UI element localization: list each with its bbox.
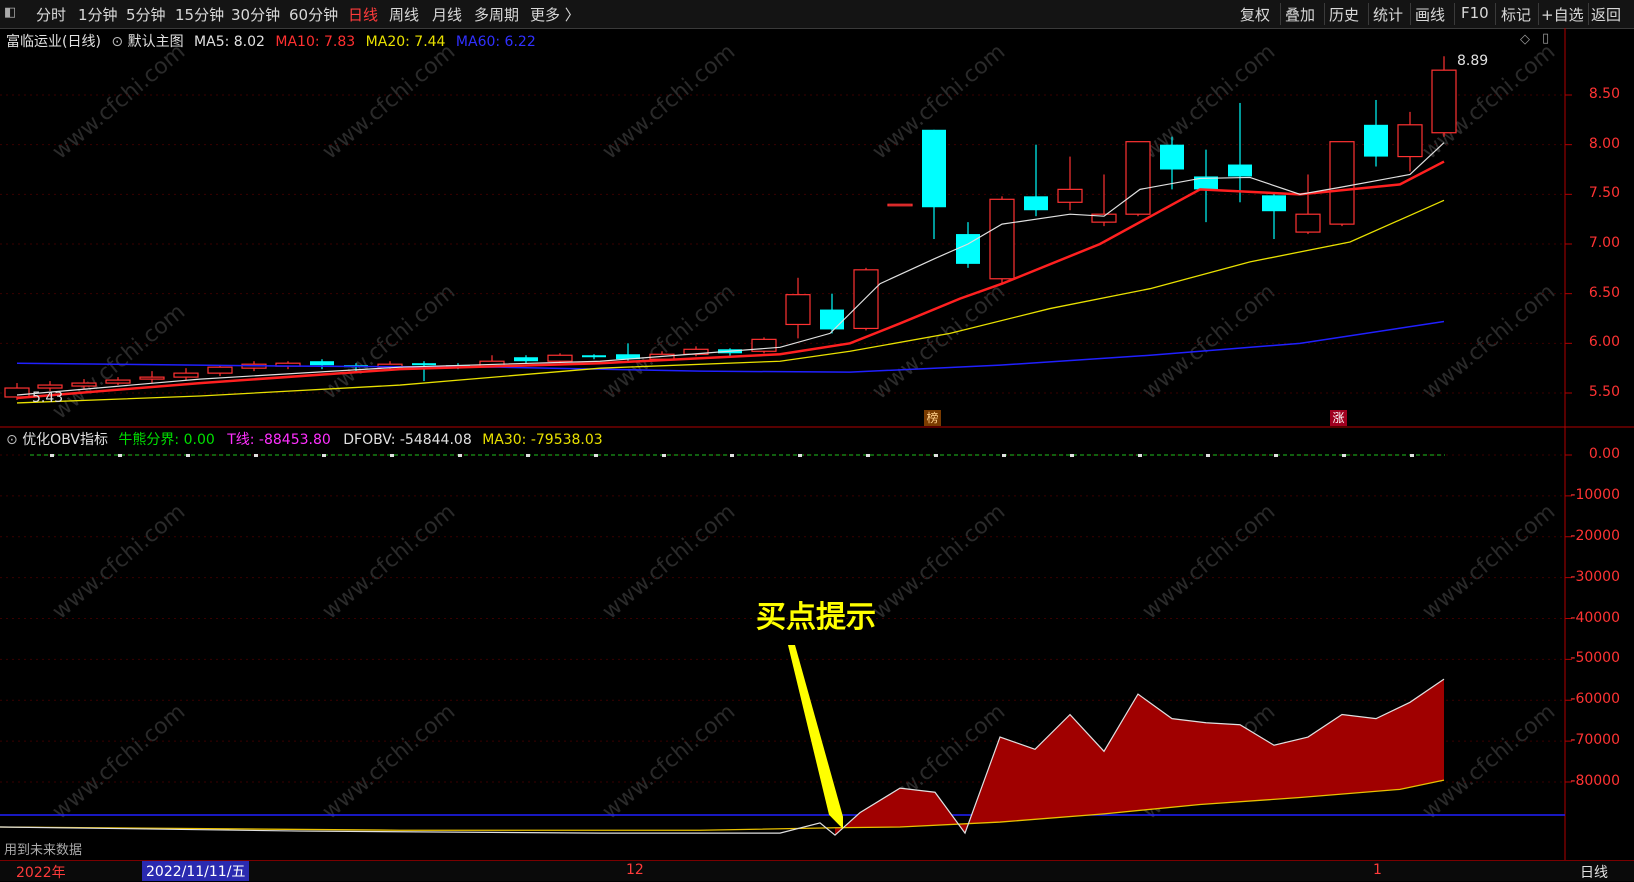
limit-up-badge[interactable]: 涨 [1330, 410, 1347, 426]
year-label: 2022年 [16, 865, 66, 881]
watermark-text: www.cfchi.com [318, 499, 460, 624]
watermark-text: www.cfchi.com [598, 699, 740, 824]
candle-body [582, 355, 606, 358]
candle-body [547, 354, 573, 362]
indicator-dot [1070, 454, 1074, 457]
price-axis-label: 5.50 [1588, 384, 1620, 400]
indicator-dot [254, 454, 258, 457]
candle-body [514, 357, 538, 362]
watermark-text: www.cfchi.com [48, 499, 190, 624]
candle-body [1364, 124, 1388, 157]
candle-body [173, 372, 199, 378]
candle-body [1262, 195, 1286, 212]
kline-chart[interactable]: www.cfchi.com www.cfchi.com www.cfchi.com w… [0, 0, 1634, 880]
candle-body [71, 382, 97, 387]
candle-body [887, 203, 913, 207]
indicator-dot [458, 454, 462, 457]
indicator-dot [1002, 454, 1006, 457]
indicator-axis-label: -50000 [1570, 650, 1620, 667]
month-1-label: 1 [1373, 862, 1382, 878]
watermark-text: www.cfchi.com [598, 39, 740, 164]
time-axis: 2022年 2022/11/11/五 12 1 日线 [0, 860, 1634, 881]
watermark-text: www.cfchi.com [1418, 499, 1560, 624]
indicator-dot [1342, 454, 1346, 457]
buy-arrow [788, 645, 843, 830]
price-axis-label: 7.00 [1588, 235, 1620, 251]
indicator-axis-label: -30000 [1570, 568, 1620, 585]
indicator-dot [1274, 454, 1278, 457]
rank-badge[interactable]: 榜 [924, 410, 941, 426]
candle-body [922, 129, 946, 208]
price-axis-label: 6.50 [1588, 284, 1620, 301]
indicator-dot [50, 454, 54, 457]
candle-body [412, 363, 436, 366]
low-price-marker: 5.43 [32, 390, 64, 406]
watermark-text: www.cfchi.com [48, 699, 190, 824]
price-axis-label: 8.00 [1588, 135, 1620, 152]
future-data-note: 用到未来数据 [4, 843, 83, 858]
indicator-axis-label: -80000 [1570, 773, 1620, 789]
indicator-dot [798, 454, 802, 457]
indicator-axis-label: -40000 [1570, 609, 1620, 626]
indicator-dot [1138, 454, 1142, 457]
indicator-axis-label: -20000 [1570, 527, 1620, 544]
indicator-dot [730, 454, 734, 457]
indicator-dot [186, 454, 190, 457]
watermark-text: www.cfchi.com [868, 279, 1010, 404]
indicator-dot [118, 454, 122, 457]
candle-body [1024, 196, 1048, 211]
candle-body [1125, 141, 1151, 215]
candle-body [4, 387, 30, 398]
watermark-text: www.cfchi.com [48, 299, 190, 424]
indicator-axis-label: 0.00 [1588, 446, 1620, 462]
price-axis-label: 8.50 [1588, 86, 1620, 102]
candle-body [1160, 144, 1184, 170]
indicator-dot [594, 454, 598, 457]
candle-body [1228, 164, 1252, 177]
indicator-dot [866, 454, 870, 457]
candle-body [820, 309, 844, 330]
indicator-dot [526, 454, 530, 457]
indicator-dot [662, 454, 666, 457]
price-axis-label: 6.00 [1588, 334, 1620, 351]
indicator-axis-label: -70000 [1570, 732, 1620, 749]
candle-body [207, 366, 233, 374]
candle-body [139, 376, 165, 380]
indicator-dot [1206, 454, 1210, 457]
watermark-text: www.cfchi.com [48, 39, 190, 164]
candle-body [1057, 188, 1083, 203]
watermark-text: www.cfchi.com [318, 39, 460, 164]
candle-body [1295, 213, 1321, 233]
candle-body [1397, 124, 1423, 158]
candle-body [37, 384, 63, 389]
candle-body [785, 294, 811, 326]
watermark-text: www.cfchi.com [318, 699, 460, 824]
buy-signal-annotation: 买点提示 [756, 600, 876, 635]
indicator-dot [322, 454, 326, 457]
candle-body [105, 379, 131, 384]
watermark-text: www.cfchi.com [598, 499, 740, 624]
watermark-text: www.cfchi.com [1138, 279, 1280, 404]
candle-body [310, 361, 334, 366]
month-12-label: 12 [626, 862, 644, 878]
cursor-date: 2022/11/11/五 [142, 861, 250, 881]
period-label[interactable]: 日线 [1580, 862, 1608, 882]
watermark-text: www.cfchi.com [598, 279, 740, 404]
candle-body [1431, 69, 1457, 134]
candle-body [853, 269, 879, 330]
indicator-dot [390, 454, 394, 457]
watermark-text: www.cfchi.com [1138, 39, 1280, 164]
candle-body [989, 198, 1015, 280]
high-price-marker: 8.89 [1457, 53, 1489, 69]
indicator-axis-label: -10000 [1570, 486, 1620, 503]
indicator-dot [1410, 454, 1414, 457]
price-axis-label: 7.50 [1588, 185, 1620, 202]
watermark-text: www.cfchi.com [1138, 499, 1280, 624]
watermark-text: www.cfchi.com [868, 499, 1010, 624]
candle-body [1329, 141, 1355, 225]
indicator-axis-label: -60000 [1570, 691, 1620, 708]
indicator-dot [934, 454, 938, 457]
